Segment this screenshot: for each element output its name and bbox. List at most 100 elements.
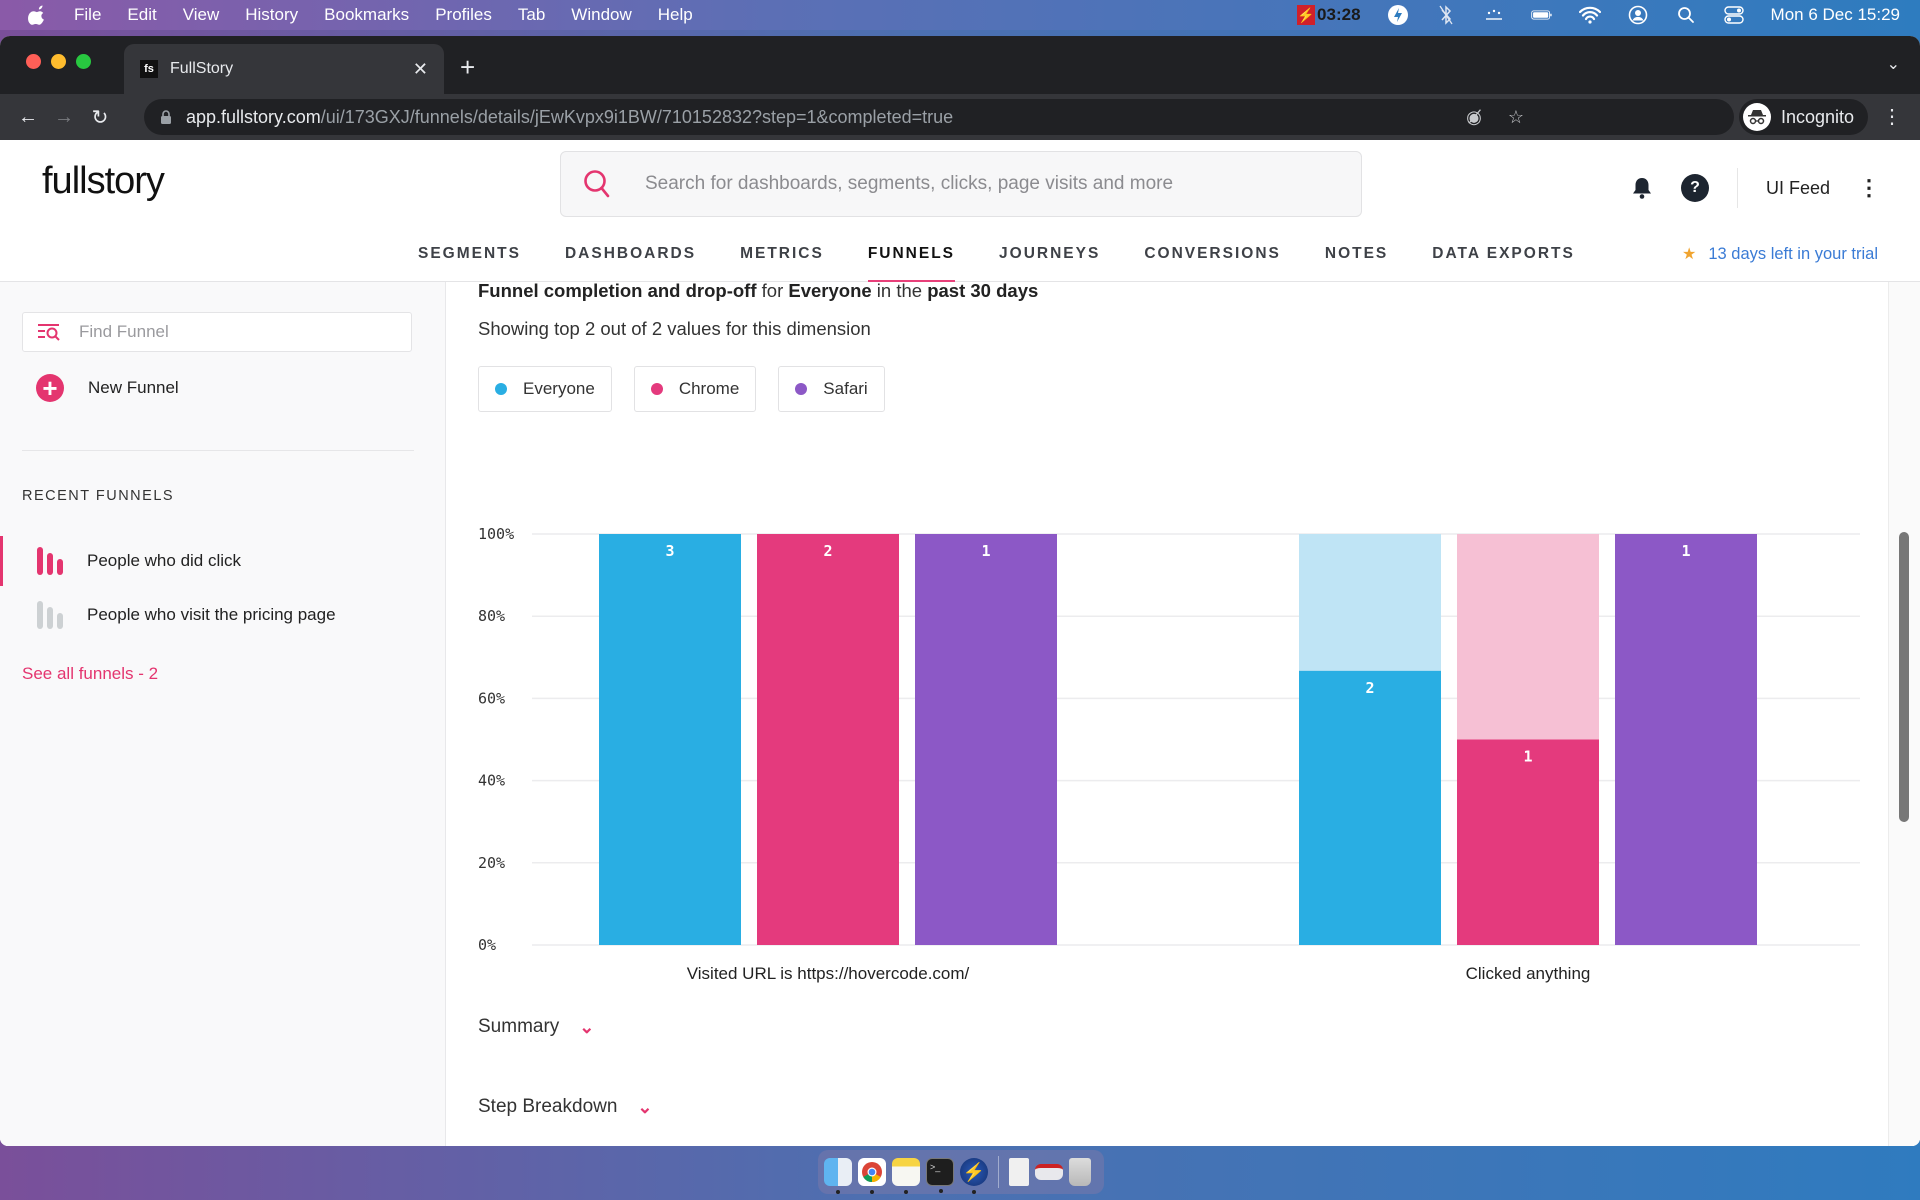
url-path: /ui/173GXJ/funnels/details/jEwKvpx9i1BW/…	[320, 106, 954, 127]
search-input[interactable]	[645, 173, 1245, 195]
new-tab-icon[interactable]: +	[460, 52, 475, 83]
forward-icon[interactable]: →	[46, 106, 82, 129]
chrome-menu-icon[interactable]: ⋮	[1882, 104, 1902, 129]
summary-section-toggle[interactable]: Summary ⌄	[478, 1016, 594, 1038]
bar-everyone	[1299, 670, 1441, 945]
menu-profiles[interactable]: Profiles	[435, 5, 492, 25]
chrome-icon[interactable]	[858, 1158, 886, 1194]
fullstory-logo[interactable]: fullstory	[42, 160, 165, 203]
menu-window[interactable]: Window	[571, 5, 631, 25]
global-search[interactable]	[560, 151, 1362, 217]
nav-funnels[interactable]: FUNNELS	[867, 226, 956, 283]
help-icon[interactable]: ?	[1680, 174, 1709, 202]
star-icon: ★	[1681, 246, 1697, 263]
recent-funnels-heading: RECENT FUNNELS	[22, 488, 175, 504]
user-icon[interactable]	[1627, 4, 1649, 26]
scrollbar-thumb[interactable]	[1899, 532, 1909, 822]
menu-view[interactable]: View	[183, 5, 220, 25]
document-icon[interactable]	[1009, 1158, 1029, 1186]
reload-icon[interactable]: ↻	[82, 105, 118, 130]
bolt-icon[interactable]	[1387, 4, 1409, 26]
tracking-protection-eye-off-icon[interactable]: ◉̸	[1466, 107, 1482, 128]
tab-search-chevron-icon[interactable]: ⌄	[1887, 54, 1900, 74]
window-controls	[26, 54, 91, 69]
app-header: fullstory ? UI Feed ⋮	[0, 140, 1920, 226]
filter-search-icon	[38, 324, 60, 341]
recent-funnel-label: People who did click	[87, 551, 242, 570]
dock-separator	[998, 1156, 999, 1188]
bar-count-label: 2	[823, 542, 832, 560]
content-area: + New Funnel RECENT FUNNELS People who d…	[0, 280, 1920, 1146]
control-center-icon[interactable]	[1723, 4, 1745, 26]
nav-dashboards[interactable]: DASHBOARDS	[565, 226, 696, 282]
browser-tab[interactable]: fs FullStory ✕	[124, 44, 444, 94]
nav-segments[interactable]: SEGMENTS	[418, 226, 521, 282]
back-icon[interactable]: ←	[10, 106, 46, 129]
lock-icon[interactable]	[160, 110, 172, 124]
account-name[interactable]: UI Feed	[1766, 178, 1830, 199]
dots-icon[interactable]	[1483, 4, 1505, 26]
menu-edit[interactable]: Edit	[127, 5, 156, 25]
bar-count-label: 3	[665, 542, 674, 560]
new-funnel-button[interactable]: + New Funnel	[36, 374, 179, 402]
menu-bookmarks[interactable]: Bookmarks	[324, 5, 409, 25]
bar-count-label: 2	[1365, 679, 1374, 697]
notifications-bell-icon[interactable]	[1631, 176, 1653, 200]
new-funnel-label: New Funnel	[88, 378, 179, 397]
apple-icon[interactable]	[28, 5, 48, 25]
fullstory-favicon-icon: fs	[140, 60, 158, 78]
spotlight-icon[interactable]	[1675, 4, 1697, 26]
menu-tab[interactable]: Tab	[518, 5, 545, 25]
y-tick-label: 40%	[478, 772, 505, 790]
menu-file[interactable]: File	[74, 5, 101, 25]
menu-help[interactable]: Help	[658, 5, 693, 25]
y-tick-label: 0%	[478, 936, 496, 954]
nav-data-exports[interactable]: DATA EXPORTS	[1432, 226, 1575, 282]
tab-title: FullStory	[170, 60, 234, 77]
funnel-sidebar: + New Funnel RECENT FUNNELS People who d…	[0, 282, 446, 1146]
recent-funnel-item[interactable]: People who did click	[0, 536, 446, 586]
nav-journeys[interactable]: JOURNEYS	[999, 226, 1100, 282]
incognito-profile-button[interactable]: Incognito	[1738, 99, 1868, 135]
bar-count-label: 1	[981, 542, 990, 560]
bar-count-label: 1	[1523, 748, 1532, 766]
battery-icon[interactable]	[1530, 4, 1553, 26]
trial-banner[interactable]: ★ 13 days left in your trial	[1682, 244, 1878, 264]
recording-indicator[interactable]: ⚡ 03:28	[1297, 5, 1361, 25]
finder-icon[interactable]	[824, 1158, 852, 1194]
menubar-datetime[interactable]: Mon 6 Dec 15:29	[1771, 5, 1900, 25]
bar-everyone	[599, 534, 741, 945]
terminal-icon[interactable]: >_	[926, 1158, 954, 1193]
scrollbar[interactable]	[1888, 282, 1920, 1146]
recent-funnel-item[interactable]: People who visit the pricing page	[0, 590, 446, 640]
x-category-label: Visited URL is https://hovercode.com/	[687, 964, 970, 983]
minimize-window-button[interactable]	[51, 54, 66, 69]
menu-history[interactable]: History	[245, 5, 298, 25]
find-funnel-field[interactable]	[22, 312, 412, 352]
close-window-button[interactable]	[26, 54, 41, 69]
notes-icon[interactable]	[892, 1158, 920, 1194]
bar-safari	[915, 534, 1057, 945]
trash-icon[interactable]	[1069, 1158, 1091, 1186]
step-breakdown-section-toggle[interactable]: Step Breakdown ⌄	[478, 1096, 653, 1118]
account-menu-icon[interactable]: ⋮	[1858, 175, 1880, 201]
bar-chrome	[1457, 739, 1599, 945]
close-tab-icon[interactable]: ✕	[413, 59, 428, 80]
see-all-funnels-link[interactable]: See all funnels - 2	[22, 664, 158, 684]
bar-count-label: 1	[1681, 542, 1690, 560]
trial-text[interactable]: 13 days left in your trial	[1708, 245, 1878, 264]
main-nav: SEGMENTS DASHBOARDS METRICS FUNNELS JOUR…	[0, 226, 1920, 283]
find-funnel-input[interactable]	[79, 322, 379, 342]
nav-conversions[interactable]: CONVERSIONS	[1144, 226, 1281, 282]
nav-metrics[interactable]: METRICS	[740, 226, 824, 282]
zoom-window-button[interactable]	[76, 54, 91, 69]
bookmark-star-icon[interactable]: ☆	[1508, 107, 1524, 128]
screenshot-icon[interactable]	[1035, 1164, 1063, 1180]
lightning-app-icon[interactable]: ⚡	[960, 1158, 988, 1194]
address-bar[interactable]: app.fullstory.com/ui/173GXJ/funnels/deta…	[144, 99, 1734, 135]
nav-notes[interactable]: NOTES	[1325, 226, 1388, 282]
funnel-bars-icon	[37, 601, 63, 629]
wifi-icon[interactable]	[1578, 4, 1601, 26]
funnel-bars-icon	[37, 547, 63, 575]
bluetooth-icon[interactable]	[1435, 4, 1457, 26]
